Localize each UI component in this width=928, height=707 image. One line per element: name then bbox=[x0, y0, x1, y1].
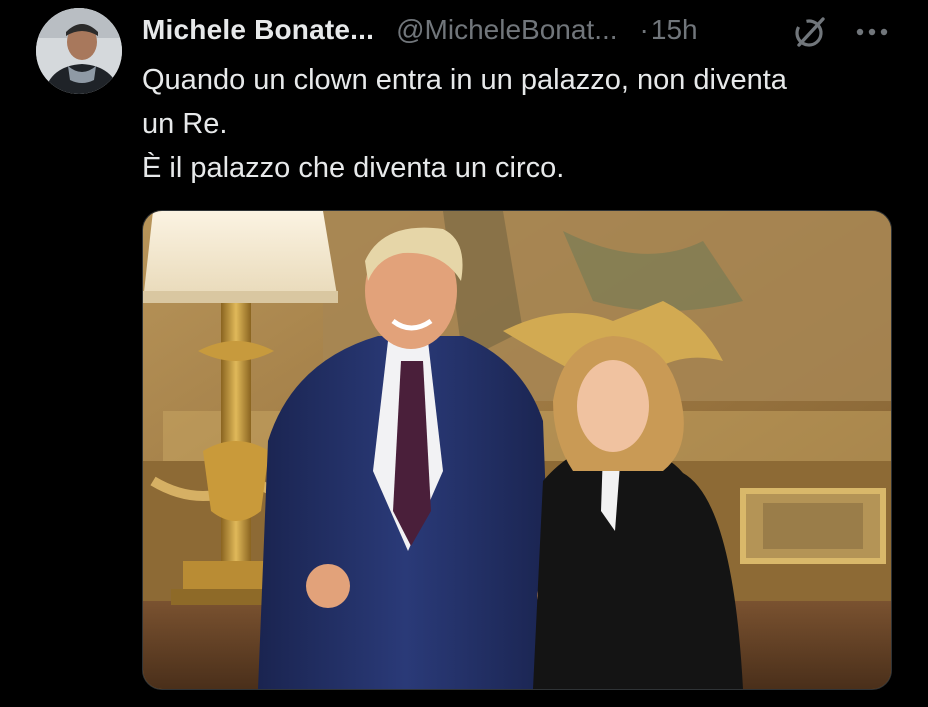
separator-dot: · bbox=[639, 14, 649, 45]
author-handle[interactable]: @MicheleBonat... bbox=[396, 14, 617, 46]
avatar[interactable] bbox=[36, 8, 122, 94]
photo-image bbox=[143, 211, 891, 689]
tweet-text: Quando un clown entra in un palazzo, non… bbox=[142, 58, 902, 190]
tweet-text-line: Quando un clown entra in un palazzo, non… bbox=[142, 64, 787, 96]
tweet[interactable]: Michele Bonate... @MicheleBonat... · 15h… bbox=[0, 0, 928, 707]
tweet-photo[interactable] bbox=[142, 210, 892, 690]
grok-icon[interactable] bbox=[792, 14, 828, 50]
tweet-text-line: un Re. bbox=[142, 108, 228, 140]
avatar-image bbox=[36, 8, 122, 94]
tweet-header: Michele Bonate... @MicheleBonat... · 15h bbox=[142, 12, 698, 48]
author-name[interactable]: Michele Bonate... bbox=[142, 14, 374, 46]
more-options-icon[interactable] bbox=[852, 18, 892, 46]
tweet-text-line: È il palazzo che diventa un circo. bbox=[142, 152, 565, 184]
tweet-timestamp[interactable]: 15h bbox=[651, 14, 698, 46]
